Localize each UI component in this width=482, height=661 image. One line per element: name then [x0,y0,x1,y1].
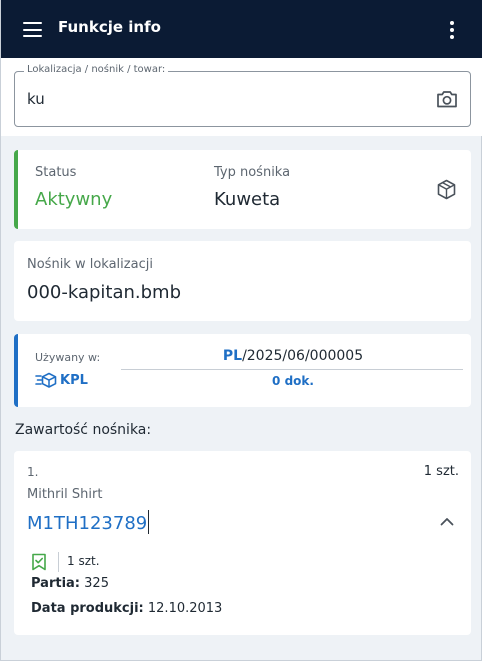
production-date-label: Data produkcji: [31,601,144,616]
used-in-label: Używany w: [35,351,101,364]
text-caret [148,510,150,534]
module-label: KPL [60,372,88,388]
box-icon [437,179,456,200]
batch-row: Partia: 325 [31,576,109,591]
search-input[interactable]: Lokalizacja / nośnik / towar: ku [14,64,471,127]
carrier-type-label: Typ nośnika [214,165,291,180]
divider [121,369,463,370]
menu-icon[interactable] [23,22,42,37]
status-card: Status Aktywny Typ nośnika Kuweta [14,150,471,229]
item-index: 1. [27,465,39,479]
batch-quantity: 1 szt. [67,554,100,568]
search-section: Lokalizacja / nośnik / towar: ku [1,58,482,136]
bookmark-check-icon [32,553,46,571]
contents-title: Zawartość nośnika: [15,422,152,438]
document-count[interactable]: 0 dok. [123,374,463,388]
document-suffix: /2025/06/000005 [242,348,364,364]
location-value: 000-kapitan.bmb [27,282,182,303]
item-code: M1TH123789 [27,513,148,534]
app-bar: Funkcje info [1,0,482,58]
item-name: Mithril Shirt [27,487,103,502]
document-number[interactable]: PL/2025/06/000005 [123,348,463,364]
production-date-row: Data produkcji: 12.10.2013 [31,601,222,616]
page-title: Funkcje info [58,18,161,36]
item-code-link[interactable]: M1TH123789 [27,510,150,534]
app-frame: Funkcje info Lokalizacja / nośnik / towa… [0,0,482,661]
batch-label: Partia: [31,576,81,591]
usage-card: Używany w: KPL PL/2025/06/000005 0 dok. [14,334,471,407]
carrier-type-value: Kuweta [214,189,281,210]
chevron-up-icon[interactable] [440,517,454,526]
status-label: Status [35,165,77,180]
module-link[interactable]: KPL [35,372,88,388]
camera-icon[interactable] [436,89,458,109]
more-options-icon[interactable] [450,21,454,39]
location-label: Nośnik w lokalizacji [27,257,153,272]
search-input-value[interactable]: ku [27,90,45,108]
status-value: Aktywny [35,189,113,210]
document-prefix: PL [222,348,243,364]
fast-box-icon [35,372,57,388]
production-date-value: 12.10.2013 [147,601,223,616]
separator [58,552,59,572]
list-item: 1. 1 szt. Mithril Shirt M1TH123789 1 szt… [14,451,471,635]
location-card: Nośnik w lokalizacji 000-kapitan.bmb [14,241,471,321]
item-quantity: 1 szt. [423,464,459,479]
search-input-label: Lokalizacja / nośnik / towar: [24,64,169,75]
batch-value: 325 [84,576,109,591]
